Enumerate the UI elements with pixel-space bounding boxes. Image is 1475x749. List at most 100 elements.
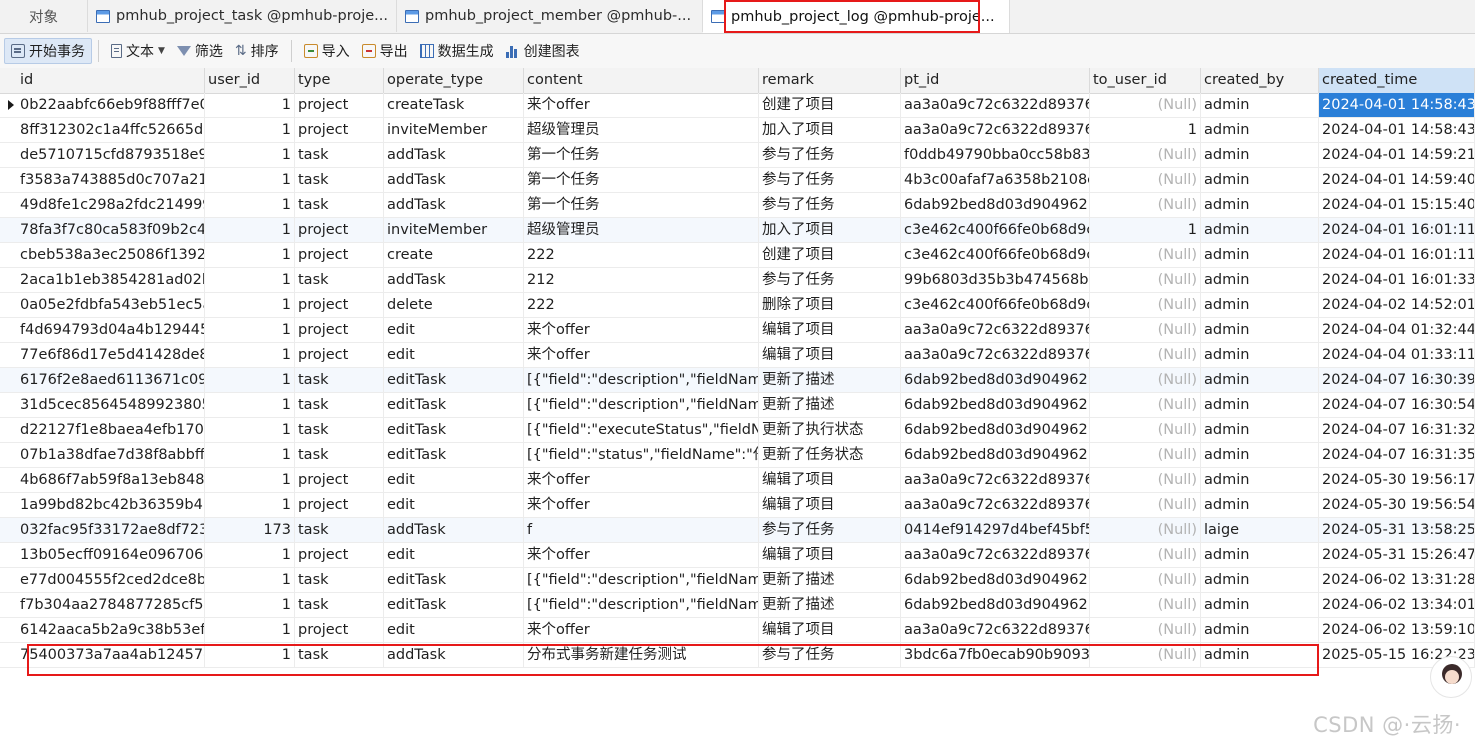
table-cell-remark[interactable]: 更新了描述 <box>759 568 901 592</box>
table-cell-created-time[interactable]: 2024-06-02 13:34:01 <box>1319 593 1475 617</box>
table-row[interactable]: d22127f1e8baea4efb170 1 task editTask [{"fie… <box>0 418 1475 443</box>
table-cell-pt-id[interactable]: 6dab92bed8d03d904962 <box>901 393 1090 417</box>
table-cell-created-time[interactable]: 2024-04-01 16:01:11 <box>1319 218 1475 242</box>
begin-transaction-button[interactable]: 开始事务 <box>4 38 92 64</box>
table-cell-user-id[interactable]: 1 <box>205 93 295 117</box>
table-row[interactable]: 032fac95f33172ae8df723 173 task addTask f 参与了… <box>0 518 1475 543</box>
table-cell-type[interactable]: project <box>295 218 384 242</box>
table-cell-content[interactable]: [{"field":"executeStatus","fieldN <box>524 418 759 442</box>
table-cell-created-by[interactable]: admin <box>1201 93 1319 117</box>
table-cell-id[interactable]: e77d004555f2ced2dce8b <box>17 568 205 592</box>
table-cell-type[interactable]: task <box>295 368 384 392</box>
table-cell-created-by[interactable]: admin <box>1201 118 1319 142</box>
table-row[interactable]: 0a05e2fdbfa543eb51ec5a 1 project delete 222 删… <box>0 293 1475 318</box>
table-cell-remark[interactable]: 编辑了项目 <box>759 468 901 492</box>
table-cell-to-user-id[interactable]: (Null) <box>1090 418 1201 442</box>
table-row[interactable]: 49d8fe1c298a2fdc214999 1 task addTask 第一个任务参… <box>0 193 1475 218</box>
table-cell-type[interactable]: task <box>295 518 384 542</box>
table-cell-created-by[interactable]: admin <box>1201 268 1319 292</box>
row-selector[interactable] <box>0 518 16 542</box>
table-row[interactable]: 31d5cec85645489923805 1 task editTask [{"fie… <box>0 393 1475 418</box>
row-selector[interactable] <box>0 618 16 642</box>
table-row[interactable]: 75400373a7aa4ab12457e 1 task addTask 分布式事务新建… <box>0 643 1475 668</box>
table-cell-content[interactable]: 第一个任务 <box>524 193 759 217</box>
table-cell-created-time[interactable]: 2024-04-04 01:33:11 <box>1319 343 1475 367</box>
table-cell-remark[interactable]: 创建了项目 <box>759 93 901 117</box>
table-cell-id[interactable]: 1a99bd82bc42b36359b4 <box>17 493 205 517</box>
table-cell-operate-type[interactable]: addTask <box>384 143 524 167</box>
row-selector[interactable] <box>0 343 16 367</box>
table-cell-to-user-id[interactable]: (Null) <box>1090 443 1201 467</box>
row-selector[interactable] <box>0 218 16 242</box>
table-cell-created-time[interactable]: 2024-04-01 14:59:21 <box>1319 143 1475 167</box>
table-cell-to-user-id[interactable]: (Null) <box>1090 593 1201 617</box>
table-cell-user-id[interactable]: 1 <box>205 293 295 317</box>
table-cell-created-by[interactable]: admin <box>1201 368 1319 392</box>
table-cell-created-by[interactable]: admin <box>1201 168 1319 192</box>
table-cell-pt-id[interactable]: 6dab92bed8d03d904962 <box>901 443 1090 467</box>
table-cell-operate-type[interactable]: addTask <box>384 643 524 667</box>
table-cell-content[interactable]: [{"field":"description","fieldNam <box>524 393 759 417</box>
table-cell-to-user-id[interactable]: 1 <box>1090 118 1201 142</box>
filter-button[interactable]: 筛选 <box>171 38 229 64</box>
table-cell-to-user-id[interactable]: (Null) <box>1090 318 1201 342</box>
table-cell-content[interactable]: 来个offer <box>524 93 759 117</box>
row-selector[interactable] <box>0 468 16 492</box>
row-selector[interactable] <box>0 543 16 567</box>
table-cell-type[interactable]: project <box>295 293 384 317</box>
table-cell-created-time[interactable]: 2024-04-07 16:31:35 <box>1319 443 1475 467</box>
table-cell-remark[interactable]: 加入了项目 <box>759 218 901 242</box>
table-row[interactable]: 4b686f7ab59f8a13eb848 1 project edit 来个offer… <box>0 468 1475 493</box>
table-cell-remark[interactable]: 更新了描述 <box>759 368 901 392</box>
table-cell-operate-type[interactable]: editTask <box>384 418 524 442</box>
table-cell-id[interactable]: 78fa3f7c80ca583f09b2c4 <box>17 218 205 242</box>
table-row[interactable]: 6176f2e8aed6113671c09 1 task editTask [{"fie… <box>0 368 1475 393</box>
table-cell-type[interactable]: project <box>295 468 384 492</box>
table-cell-to-user-id[interactable]: (Null) <box>1090 343 1201 367</box>
table-cell-id[interactable]: 032fac95f33172ae8df723 <box>17 518 205 542</box>
table-cell-pt-id[interactable]: c3e462c400f66fe0b68d9c <box>901 293 1090 317</box>
table-cell-operate-type[interactable]: addTask <box>384 268 524 292</box>
table-cell-content[interactable]: 来个offer <box>524 543 759 567</box>
table-cell-id[interactable]: d22127f1e8baea4efb170 <box>17 418 205 442</box>
table-cell-content[interactable]: 222 <box>524 243 759 267</box>
row-selector[interactable] <box>0 143 16 167</box>
table-cell-id[interactable]: 0a05e2fdbfa543eb51ec5a <box>17 293 205 317</box>
table-cell-created-by[interactable]: admin <box>1201 243 1319 267</box>
table-cell-to-user-id[interactable]: (Null) <box>1090 468 1201 492</box>
table-cell-id[interactable]: cbeb538a3ec25086f1392 <box>17 243 205 267</box>
table-cell-operate-type[interactable]: inviteMember <box>384 118 524 142</box>
table-cell-pt-id[interactable]: aa3a0a9c72c6322d89376 <box>901 318 1090 342</box>
row-selector[interactable] <box>0 568 16 592</box>
table-cell-content[interactable]: f <box>524 518 759 542</box>
table-cell-content[interactable]: [{"field":"description","fieldNam <box>524 568 759 592</box>
tab-pmhub-project-task[interactable]: pmhub_project_task @pmhub-proje... <box>88 0 397 32</box>
table-cell-content[interactable]: 分布式事务新建任务测试 <box>524 643 759 667</box>
table-cell-created-time[interactable]: 2024-04-07 16:31:32 <box>1319 418 1475 442</box>
table-cell-user-id[interactable]: 1 <box>205 468 295 492</box>
table-cell-remark[interactable]: 参与了任务 <box>759 193 901 217</box>
table-cell-remark[interactable]: 更新了执行状态 <box>759 418 901 442</box>
table-cell-content[interactable]: [{"field":"status","fieldName":"任 <box>524 443 759 467</box>
table-cell-operate-type[interactable]: edit <box>384 468 524 492</box>
table-cell-id[interactable]: 0b22aabfc66eb9f88fff7e0 <box>17 93 205 117</box>
table-row[interactable]: f7b304aa2784877285cf5a 1 task editTask [{"fi… <box>0 593 1475 618</box>
table-cell-remark[interactable]: 编辑了项目 <box>759 318 901 342</box>
table-cell-pt-id[interactable]: aa3a0a9c72c6322d89376 <box>901 118 1090 142</box>
column-header-pt-id[interactable]: pt_id <box>901 68 1090 93</box>
table-cell-remark[interactable]: 参与了任务 <box>759 518 901 542</box>
table-cell-created-time[interactable]: 2024-04-01 16:01:11 <box>1319 243 1475 267</box>
table-cell-id[interactable]: 4b686f7ab59f8a13eb848 <box>17 468 205 492</box>
table-cell-created-by[interactable]: admin <box>1201 393 1319 417</box>
table-cell-pt-id[interactable]: aa3a0a9c72c6322d89376 <box>901 468 1090 492</box>
row-selector[interactable] <box>0 243 16 267</box>
column-header-remark[interactable]: remark <box>759 68 901 93</box>
table-cell-created-time[interactable]: 2024-04-01 14:58:43 <box>1319 93 1475 117</box>
table-cell-id[interactable]: 77e6f86d17e5d41428de8 <box>17 343 205 367</box>
table-cell-pt-id[interactable]: c3e462c400f66fe0b68d9c <box>901 243 1090 267</box>
table-cell-user-id[interactable]: 1 <box>205 318 295 342</box>
table-cell-user-id[interactable]: 1 <box>205 643 295 667</box>
table-cell-to-user-id[interactable]: (Null) <box>1090 543 1201 567</box>
tab-objects[interactable]: 对象 <box>0 0 88 32</box>
table-cell-pt-id[interactable]: aa3a0a9c72c6322d89376 <box>901 343 1090 367</box>
